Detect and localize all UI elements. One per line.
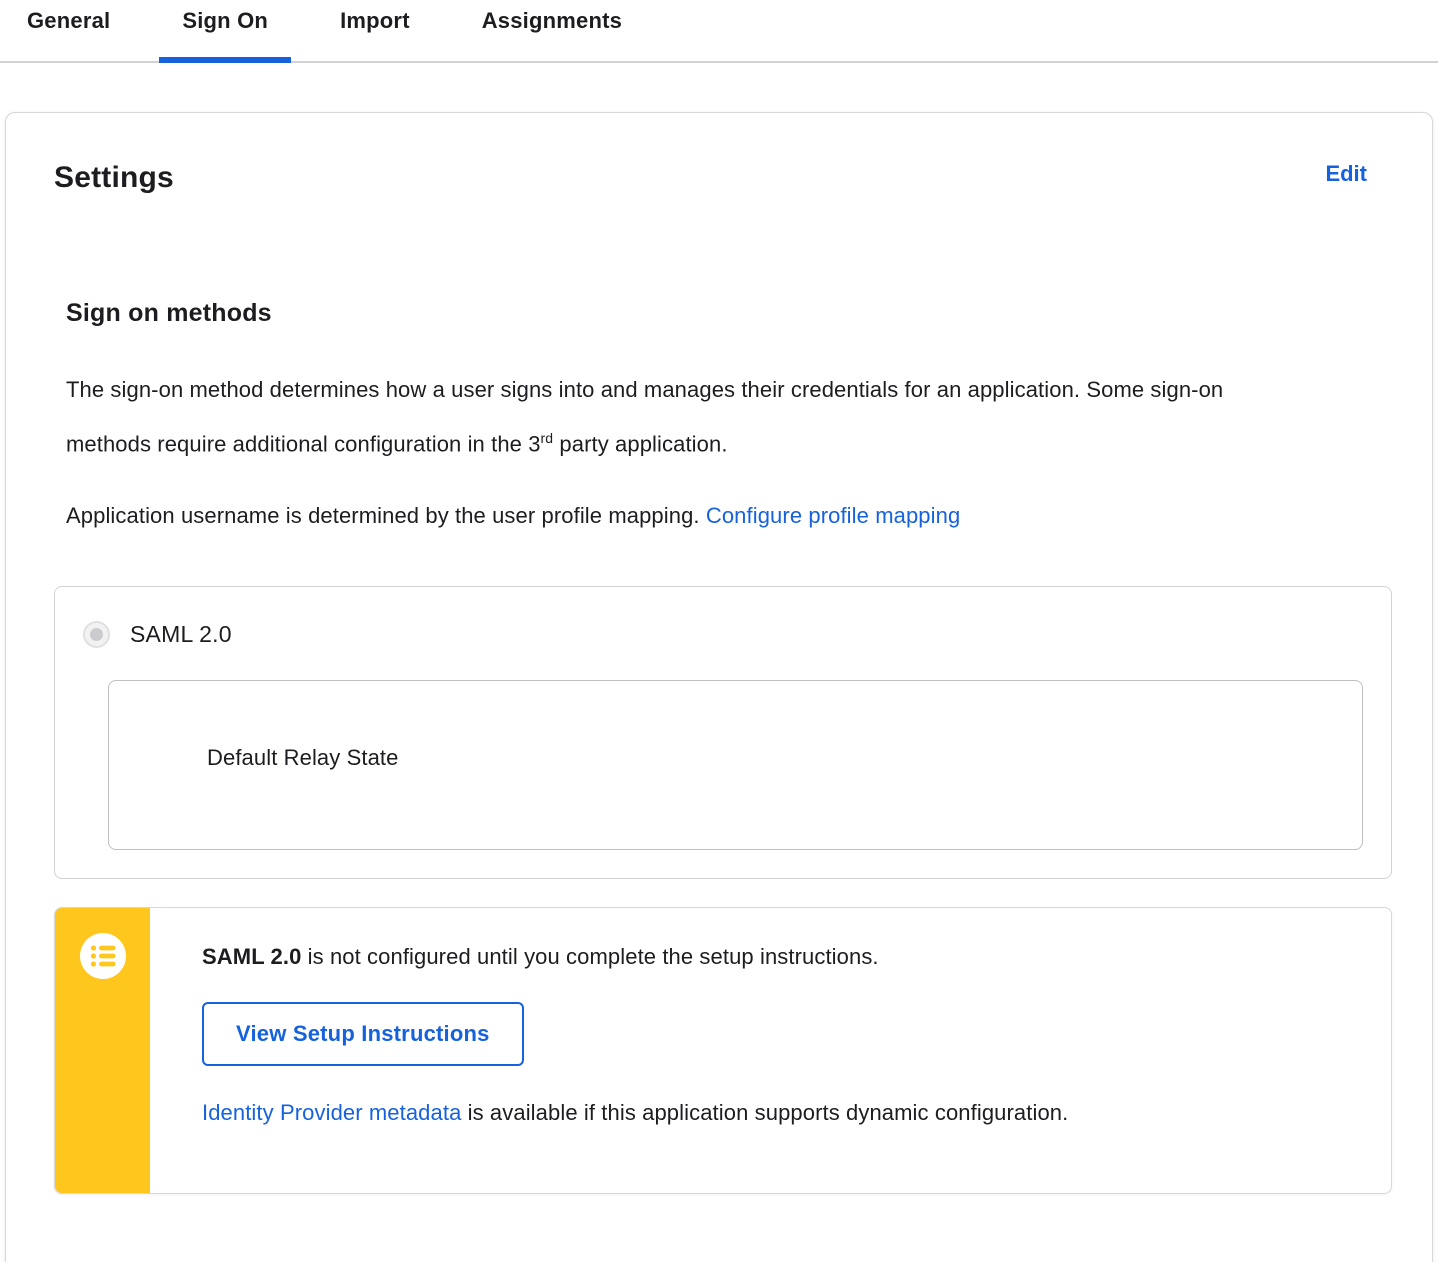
sign-on-methods-description: The sign-on method determines how a user… — [66, 366, 1306, 468]
identity-provider-metadata-link[interactable]: Identity Provider metadata — [202, 1100, 461, 1125]
settings-card-header: Settings Edit — [54, 161, 1392, 195]
default-relay-state-label: Default Relay State — [207, 745, 399, 771]
callout-body: SAML 2.0 is not configured until you com… — [150, 908, 1391, 1193]
tab-assignments[interactable]: Assignments — [459, 0, 645, 61]
saml-radio-row: SAML 2.0 — [83, 621, 1363, 649]
saml-radio-label: SAML 2.0 — [130, 621, 232, 648]
saml-method-box: SAML 2.0 Default Relay State — [54, 586, 1392, 880]
settings-card: Settings Edit Sign on methods The sign-o… — [5, 112, 1433, 1262]
callout-message: SAML 2.0 is not configured until you com… — [202, 944, 1351, 970]
tab-general[interactable]: General — [4, 0, 133, 61]
edit-link[interactable]: Edit — [1325, 161, 1367, 187]
username-mapping-line: Application username is determined by th… — [66, 492, 1306, 540]
view-setup-instructions-button[interactable]: View Setup Instructions — [202, 1002, 524, 1067]
callout-message-rest: is not configured until you complete the… — [301, 944, 879, 970]
metadata-line-rest: is available if this application support… — [461, 1100, 1069, 1126]
username-mapping-text: Application username is determined by th… — [66, 503, 706, 529]
configure-profile-mapping-link[interactable]: Configure profile mapping — [706, 503, 960, 528]
tab-sign-on[interactable]: Sign On — [159, 0, 291, 63]
callout-accent-bar — [55, 908, 150, 1194]
app-tabbar: General Sign On Import Assignments — [0, 0, 1438, 63]
saml-setup-callout: SAML 2.0 is not configured until you com… — [54, 907, 1392, 1195]
tab-import[interactable]: Import — [317, 0, 433, 61]
list-circle-icon — [79, 933, 126, 984]
default-relay-state-box: Default Relay State — [108, 680, 1363, 851]
callout-message-bold: SAML 2.0 — [202, 944, 302, 970]
saml-radio-button[interactable] — [83, 621, 110, 649]
sign-on-methods-heading: Sign on methods — [66, 299, 272, 327]
description-text-part2: party application. — [553, 431, 728, 457]
settings-title: Settings — [54, 161, 174, 194]
description-superscript: rd — [540, 430, 554, 446]
metadata-line: Identity Provider metadata is available … — [202, 1100, 1351, 1126]
